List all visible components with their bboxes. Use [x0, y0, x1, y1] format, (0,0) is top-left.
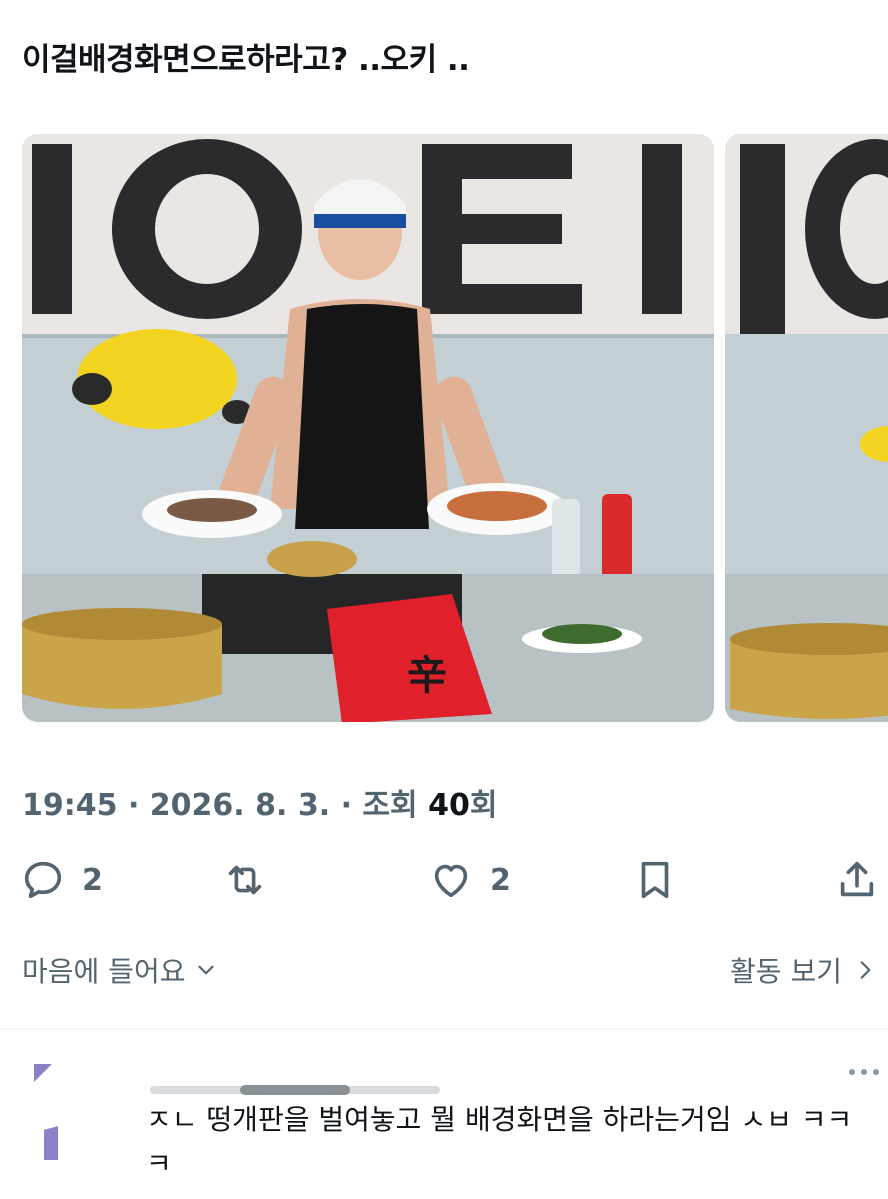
views-suffix: 회 — [469, 788, 498, 823]
tweet-photo-next[interactable] — [725, 134, 888, 722]
meta-separator: · — [117, 788, 150, 823]
view-activity-link[interactable]: 활동 보기 — [730, 950, 878, 990]
tweet-meta: 19:45 · 2026. 8. 3. · 조회 40회 — [22, 780, 497, 824]
reply-text: ㅈㄴ 떵개판을 벌여놓고 뭘 배경화면을 하라는거임 ㅅㅂ ㅋㅋㅋ — [146, 1103, 853, 1180]
views-label: 조회 — [362, 788, 429, 823]
redacted-reply-header — [150, 1085, 440, 1095]
chevron-down-icon — [198, 965, 215, 975]
tweet-date[interactable]: 2026. 8. 3. — [150, 788, 330, 823]
reply-icon — [24, 861, 62, 899]
like-button[interactable]: 2 — [428, 850, 511, 910]
tweet-time[interactable]: 19:45 — [22, 788, 118, 823]
retweet-icon — [228, 865, 262, 895]
heart-icon — [434, 864, 468, 898]
share-icon — [840, 861, 874, 897]
tweet-actions: 2 2 — [0, 850, 888, 910]
bookmark-icon — [641, 861, 669, 899]
activity-label: 활동 보기 — [730, 955, 842, 988]
chevron-right-icon — [860, 961, 871, 979]
tweet-text: 이걸배경화면으로하라고? ..오키 .. — [22, 42, 470, 78]
reply-count: 2 — [82, 862, 103, 898]
views-count: 40 — [428, 788, 470, 823]
reply-button[interactable]: 2 — [20, 850, 103, 910]
like-count: 2 — [490, 862, 511, 898]
meta-separator: · — [330, 788, 363, 823]
likes-label: 마음에 들어요 — [22, 955, 186, 988]
media-carousel[interactable]: 辛 — [22, 134, 888, 722]
divider — [0, 1028, 888, 1029]
likes-dropdown[interactable]: 마음에 들어요 — [22, 950, 219, 990]
bookmark-button[interactable] — [632, 850, 678, 910]
photo-illustration-next — [725, 134, 888, 722]
photo-illustration: 辛 — [22, 134, 714, 722]
ramen-pack-text: 辛 — [407, 653, 447, 699]
more-icon[interactable] — [846, 1062, 882, 1082]
tweet-photo-main[interactable]: 辛 — [22, 134, 714, 722]
retweet-button[interactable] — [222, 850, 268, 910]
reply-avatar[interactable] — [30, 1060, 66, 1170]
share-button[interactable] — [834, 850, 880, 910]
